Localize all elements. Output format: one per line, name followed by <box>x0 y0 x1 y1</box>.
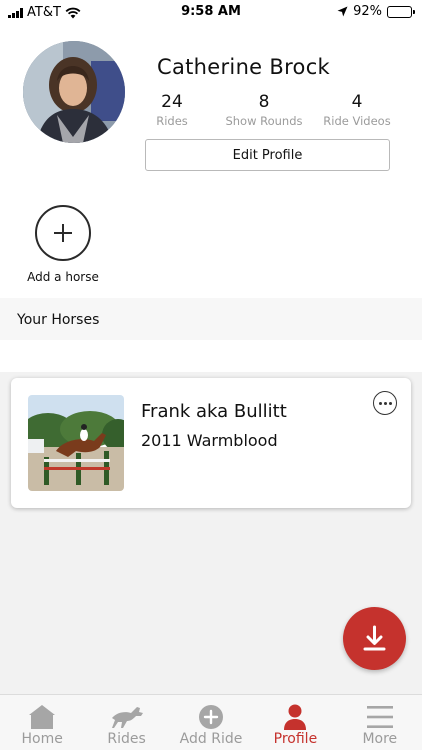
more-options-icon[interactable] <box>373 391 397 415</box>
tab-label: Rides <box>107 731 146 747</box>
add-horse-button[interactable]: Add a horse <box>22 205 104 284</box>
stat-rides[interactable]: 24 Rides <box>127 92 217 128</box>
horse-info: 2011 Warmblood <box>141 431 278 450</box>
plus-circle-icon <box>199 705 224 729</box>
tab-label: Home <box>21 731 63 747</box>
stat-ride-videos[interactable]: 4 Ride Videos <box>312 92 402 128</box>
download-icon <box>363 625 386 651</box>
avatar-photo <box>23 41 125 143</box>
profile-name: Catherine Brock <box>157 55 331 79</box>
horse-name: Frank aka Bullitt <box>141 401 287 422</box>
tab-label: More <box>362 731 398 747</box>
person-icon <box>284 704 307 730</box>
horse-photo <box>28 395 124 491</box>
tab-more[interactable]: More <box>338 695 422 750</box>
stat-label: Ride Videos <box>323 114 391 128</box>
section-title: Your Horses <box>17 312 100 328</box>
battery-percent: 92% <box>353 4 382 19</box>
tab-home[interactable]: Home <box>0 695 84 750</box>
status-bar: AT&T 9:58 AM 92% <box>0 0 422 26</box>
tab-profile[interactable]: Profile <box>253 695 337 750</box>
stat-value: 8 <box>258 92 270 112</box>
stat-value: 24 <box>161 92 183 112</box>
tab-add-ride[interactable]: Add Ride <box>169 695 253 750</box>
battery-icon <box>387 5 415 18</box>
horse-card[interactable]: Frank aka Bullitt 2011 Warmblood <box>11 378 411 508</box>
stat-show-rounds[interactable]: 8 Show Rounds <box>219 92 309 128</box>
stat-label: Rides <box>156 114 188 128</box>
tab-label: Profile <box>273 731 318 747</box>
tab-label: Add Ride <box>179 731 243 747</box>
home-icon <box>29 705 56 729</box>
stat-value: 4 <box>351 92 363 112</box>
edit-profile-button[interactable]: Edit Profile <box>145 139 390 171</box>
menu-icon <box>366 706 393 728</box>
add-horse-label: Add a horse <box>27 270 99 284</box>
tab-bar: Home Rides Add Ride Profile More <box>0 694 422 750</box>
tab-rides[interactable]: Rides <box>84 695 168 750</box>
stat-label: Show Rounds <box>225 114 303 128</box>
plus-icon <box>35 205 91 261</box>
horse-icon <box>111 707 143 728</box>
location-arrow-icon <box>337 6 348 17</box>
avatar[interactable] <box>23 41 125 143</box>
download-button[interactable] <box>343 607 406 670</box>
